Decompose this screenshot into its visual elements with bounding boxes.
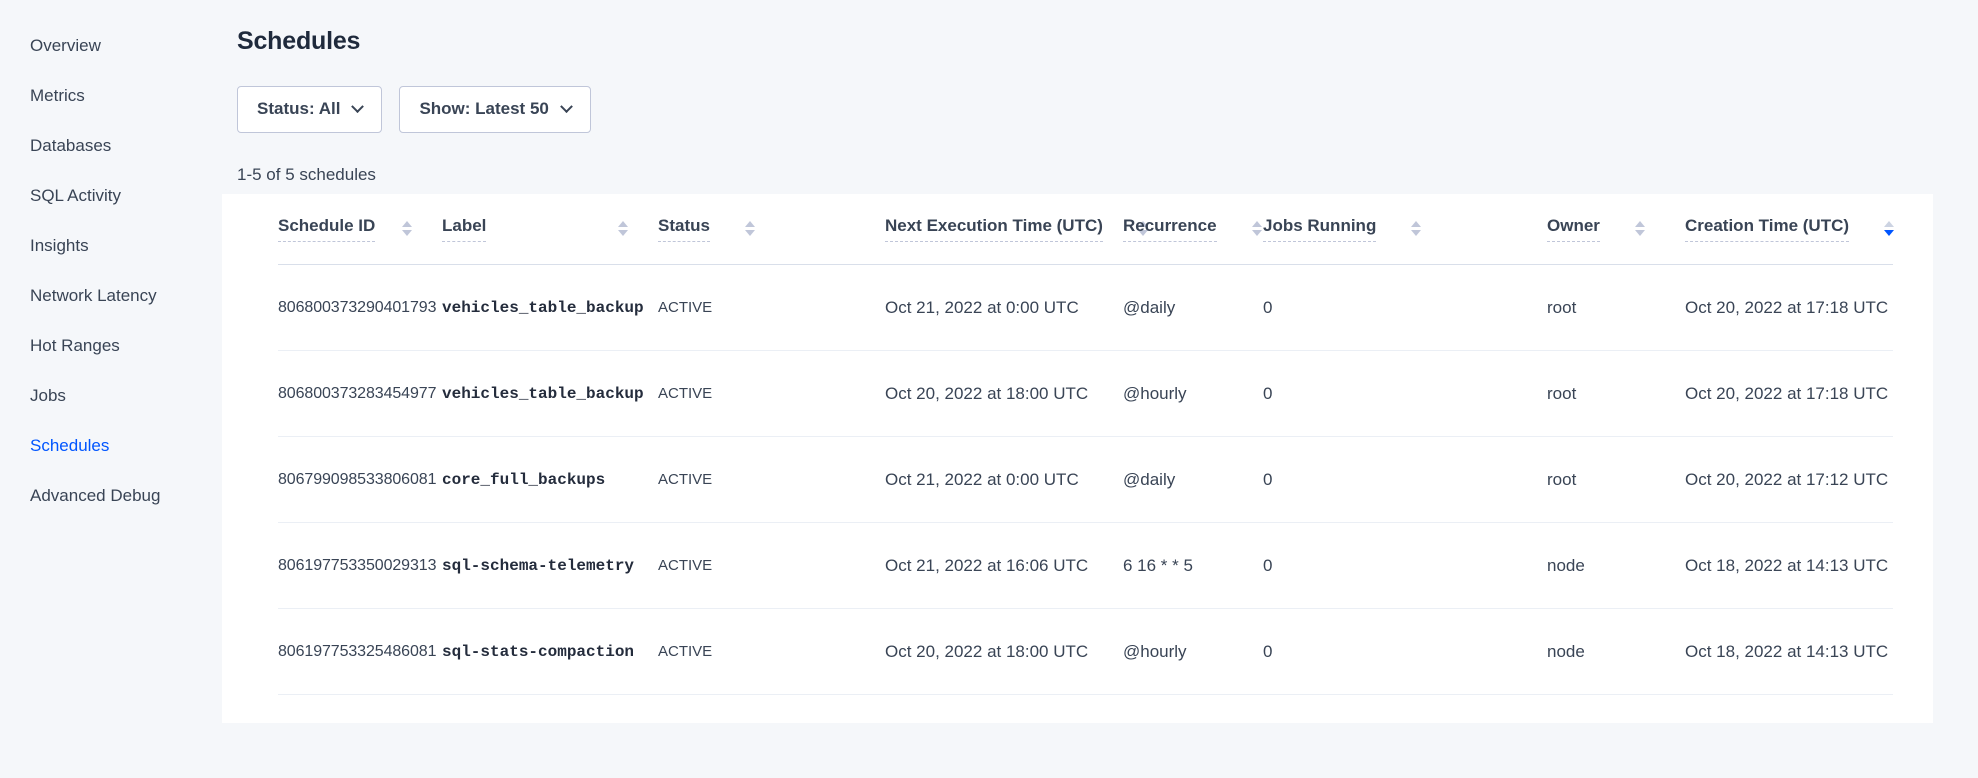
creation-time-cell: Oct 18, 2022 at 14:13 UTC	[1685, 523, 1893, 609]
chevron-down-icon	[352, 100, 365, 113]
column-header-label[interactable]: Label	[442, 194, 658, 265]
status-filter-dropdown[interactable]: Status: All	[237, 86, 382, 133]
table-row: 806197753325486081 sql-stats-compaction …	[278, 609, 1893, 695]
schedule-id-cell: 806197753350029313	[278, 523, 442, 609]
next-execution-cell: Oct 21, 2022 at 16:06 UTC	[885, 523, 1123, 609]
status-cell: ACTIVE	[658, 351, 885, 437]
column-label: Owner	[1547, 216, 1600, 242]
jobs-running-cell: 0	[1263, 351, 1547, 437]
owner-cell: root	[1547, 351, 1685, 437]
column-label: Recurrence	[1123, 216, 1217, 242]
next-execution-cell: Oct 20, 2022 at 18:00 UTC	[885, 351, 1123, 437]
column-label: Next Execution Time (UTC)	[885, 216, 1103, 242]
schedule-label-cell: vehicles_table_backup	[442, 351, 658, 437]
recurrence-cell: 6 16 * * 5	[1123, 523, 1263, 609]
status-cell: ACTIVE	[658, 265, 885, 351]
column-header-schedule-id[interactable]: Schedule ID	[278, 194, 442, 265]
next-execution-cell: Oct 21, 2022 at 0:00 UTC	[885, 265, 1123, 351]
status-cell: ACTIVE	[658, 523, 885, 609]
status-cell: ACTIVE	[658, 609, 885, 695]
schedule-label-cell: vehicles_table_backup	[442, 265, 658, 351]
sidebar: Overview Metrics Databases SQL Activity …	[0, 0, 222, 778]
app-root: Overview Metrics Databases SQL Activity …	[0, 0, 1978, 778]
recurrence-cell: @daily	[1123, 265, 1263, 351]
table-row: 806800373283454977 vehicles_table_backup…	[278, 351, 1893, 437]
sidebar-item-hot-ranges[interactable]: Hot Ranges	[30, 321, 222, 371]
column-label: Jobs Running	[1263, 216, 1376, 242]
owner-cell: root	[1547, 265, 1685, 351]
sidebar-item-network-latency[interactable]: Network Latency	[30, 271, 222, 321]
filter-bar: Status: All Show: Latest 50	[237, 86, 1933, 133]
schedule-id-cell: 806800373283454977	[278, 351, 442, 437]
next-execution-cell: Oct 21, 2022 at 0:00 UTC	[885, 437, 1123, 523]
column-header-recurrence[interactable]: Recurrence	[1123, 194, 1263, 265]
column-label: Creation Time (UTC)	[1685, 216, 1849, 242]
jobs-running-cell: 0	[1263, 265, 1547, 351]
owner-cell: node	[1547, 523, 1685, 609]
jobs-running-cell: 0	[1263, 523, 1547, 609]
column-header-creation-time[interactable]: Creation Time (UTC)	[1685, 194, 1893, 265]
column-header-next-execution-time[interactable]: Next Execution Time (UTC)	[885, 194, 1123, 265]
status-filter-label: Status: All	[257, 99, 340, 119]
sort-arrows-icon	[1252, 221, 1262, 236]
sort-arrows-icon	[618, 221, 628, 236]
owner-cell: root	[1547, 437, 1685, 523]
schedule-id-cell: 806800373290401793	[278, 265, 442, 351]
creation-time-cell: Oct 20, 2022 at 17:18 UTC	[1685, 265, 1893, 351]
creation-time-cell: Oct 20, 2022 at 17:12 UTC	[1685, 437, 1893, 523]
column-header-owner[interactable]: Owner	[1547, 194, 1685, 265]
sort-arrows-icon	[402, 221, 412, 236]
column-label: Label	[442, 216, 486, 242]
table-row: 806800373290401793 vehicles_table_backup…	[278, 265, 1893, 351]
table-row: 806799098533806081 core_full_backups ACT…	[278, 437, 1893, 523]
schedules-table: Schedule ID Label Stat	[278, 194, 1893, 696]
page-title: Schedules	[237, 28, 1933, 56]
sidebar-item-jobs[interactable]: Jobs	[30, 371, 222, 421]
status-cell: ACTIVE	[658, 437, 885, 523]
column-label: Schedule ID	[278, 216, 375, 242]
next-execution-cell: Oct 20, 2022 at 18:00 UTC	[885, 609, 1123, 695]
column-label: Status	[658, 216, 710, 242]
sidebar-item-overview[interactable]: Overview	[30, 21, 222, 71]
jobs-running-cell: 0	[1263, 437, 1547, 523]
creation-time-cell: Oct 18, 2022 at 14:13 UTC	[1685, 609, 1893, 695]
sort-arrows-icon	[1635, 221, 1645, 236]
show-filter-dropdown[interactable]: Show: Latest 50	[399, 86, 590, 133]
schedule-label-cell: sql-stats-compaction	[442, 609, 658, 695]
recurrence-cell: @hourly	[1123, 351, 1263, 437]
schedule-label-cell: core_full_backups	[442, 437, 658, 523]
sidebar-item-databases[interactable]: Databases	[30, 121, 222, 171]
jobs-running-cell: 0	[1263, 609, 1547, 695]
sort-arrows-icon	[745, 221, 755, 236]
column-header-jobs-running[interactable]: Jobs Running	[1263, 194, 1547, 265]
table-header-row: Schedule ID Label Stat	[278, 194, 1893, 265]
sidebar-item-insights[interactable]: Insights	[30, 221, 222, 271]
table-row: 806197753350029313 sql-schema-telemetry …	[278, 523, 1893, 609]
sort-arrows-icon-active-desc	[1884, 221, 1894, 236]
creation-time-cell: Oct 20, 2022 at 17:18 UTC	[1685, 351, 1893, 437]
sidebar-item-schedules[interactable]: Schedules	[30, 421, 222, 471]
main-content: Schedules Status: All Show: Latest 50 1-…	[222, 0, 1933, 778]
sidebar-item-advanced-debug[interactable]: Advanced Debug	[30, 471, 222, 521]
sidebar-item-metrics[interactable]: Metrics	[30, 71, 222, 121]
show-filter-label: Show: Latest 50	[419, 99, 548, 119]
chevron-down-icon	[560, 100, 573, 113]
owner-cell: node	[1547, 609, 1685, 695]
sidebar-item-sql-activity[interactable]: SQL Activity	[30, 171, 222, 221]
recurrence-cell: @hourly	[1123, 609, 1263, 695]
results-summary: 1-5 of 5 schedules	[237, 165, 1933, 185]
column-header-status[interactable]: Status	[658, 194, 885, 265]
sort-arrows-icon	[1411, 221, 1421, 236]
schedule-id-cell: 806799098533806081	[278, 437, 442, 523]
schedule-id-cell: 806197753325486081	[278, 609, 442, 695]
schedule-label-cell: sql-schema-telemetry	[442, 523, 658, 609]
recurrence-cell: @daily	[1123, 437, 1263, 523]
schedules-table-card: Schedule ID Label Stat	[222, 194, 1933, 724]
